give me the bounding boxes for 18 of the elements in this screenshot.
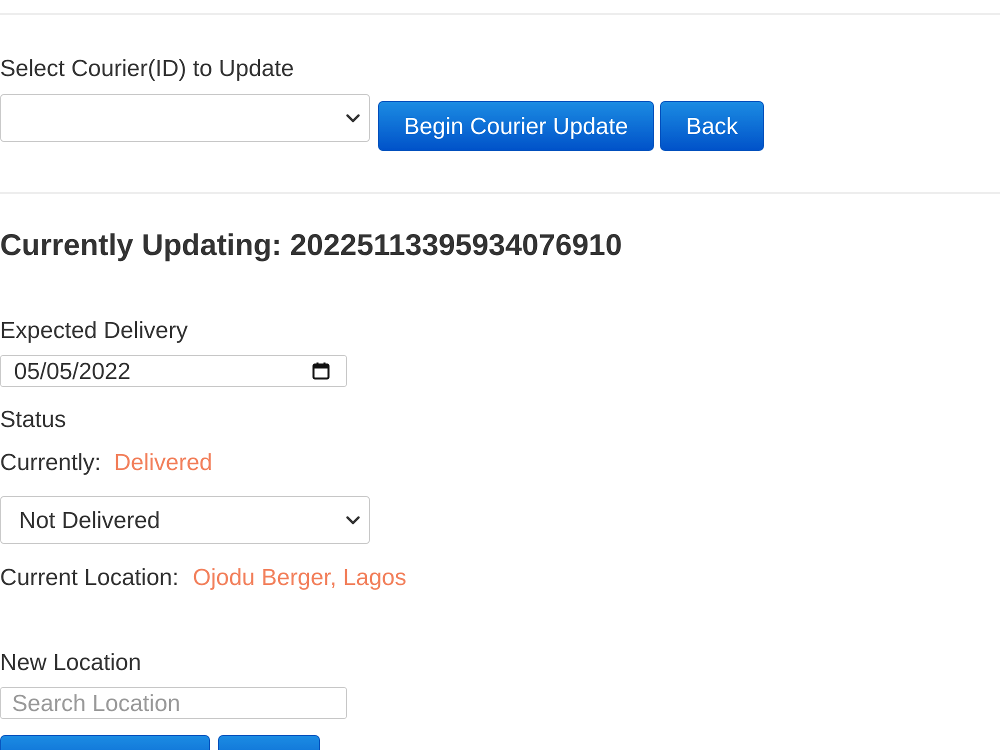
calendar-icon — [312, 362, 330, 380]
courier-select[interactable] — [0, 94, 370, 142]
chevron-icon — [346, 516, 360, 524]
current-location-label: Current Location: — [0, 565, 179, 590]
status-select[interactable]: Not Delivered — [0, 496, 370, 544]
status-label: Status — [0, 407, 66, 432]
chevron-icon — [346, 114, 360, 122]
current-location-value: Ojodu Berger, Lagos — [192, 565, 406, 590]
location-search-field[interactable]: Search Location — [0, 687, 347, 719]
begin-update-button[interactable]: Begin Courier Update — [378, 101, 654, 151]
courier-select-label: Select Courier(ID) to Update — [0, 56, 294, 81]
expected-delivery-label: Expected Delivery — [0, 318, 188, 343]
current-status-value: Delivered — [114, 450, 212, 475]
updating-heading: Currently Updating: 20225113395934076910 — [0, 230, 622, 262]
new-location-label: New Location — [0, 650, 142, 675]
date-field[interactable]: 05/05/2022 — [0, 355, 347, 387]
back-button[interactable]: Back — [660, 101, 764, 151]
current-status-label: Currently: — [0, 450, 101, 475]
